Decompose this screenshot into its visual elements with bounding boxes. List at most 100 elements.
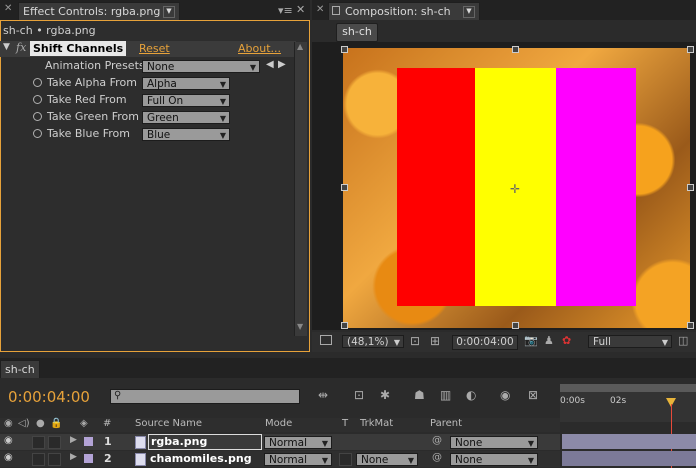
reset-link[interactable]: Reset: [139, 42, 170, 55]
tab-timeline-label: sh-ch: [5, 363, 35, 376]
stopwatch-icon[interactable]: [33, 112, 42, 121]
live-update-icon[interactable]: ⊡: [354, 388, 364, 402]
region-of-interest-icon[interactable]: ⊡: [410, 334, 420, 348]
param-label: Take Blue From: [47, 127, 130, 140]
layer-duration-bar[interactable]: [562, 434, 696, 449]
layer-handle[interactable]: [687, 46, 694, 53]
parent-pickwhip-icon[interactable]: @: [432, 435, 442, 446]
eye-icon[interactable]: ◉: [4, 452, 13, 463]
parent-dropdown[interactable]: None ▼: [450, 436, 538, 449]
camera-icon[interactable]: 📷: [524, 334, 538, 347]
anchor-point-icon[interactable]: ✛: [510, 182, 520, 196]
layer-handle[interactable]: [341, 322, 348, 329]
layer-handle[interactable]: [341, 46, 348, 53]
comp-mini-flowchart-icon[interactable]: ⇹: [318, 388, 328, 402]
tab-menu-button[interactable]: ▼: [463, 6, 475, 18]
ruler-label-start: 0:00s: [560, 396, 585, 406]
panel-menu-icon[interactable]: ▾≡: [278, 4, 293, 17]
comp-timecode[interactable]: 0:00:04:00: [452, 335, 518, 350]
effect-header-row[interactable]: ▼ fx Shift Channels Reset About...: [0, 41, 296, 57]
resolution-dropdown[interactable]: Full ▼: [588, 335, 672, 348]
tab-menu-button[interactable]: ▼: [163, 6, 175, 18]
motion-blur-icon[interactable]: ◐: [466, 388, 476, 402]
layer-handle[interactable]: [687, 184, 694, 191]
label-color-swatch[interactable]: [84, 454, 93, 463]
lock-icon[interactable]: [332, 6, 340, 15]
expand-triangle-icon[interactable]: ▶: [70, 435, 77, 445]
lock-switch[interactable]: [48, 453, 61, 466]
channels-icon[interactable]: ✿: [562, 334, 571, 347]
chevron-down-icon: ▼: [661, 338, 668, 347]
tab-effect-controls-label: Effect Controls: rgba.png: [23, 5, 161, 18]
preserve-transparency-switch[interactable]: [339, 453, 352, 466]
work-area-bar[interactable]: [560, 384, 696, 392]
effect-scrollbar[interactable]: ▲ ▼: [294, 42, 307, 336]
always-preview-icon[interactable]: [320, 335, 332, 345]
layer-name[interactable]: rgba.png: [148, 434, 262, 450]
stopwatch-icon[interactable]: [33, 95, 42, 104]
prev-preset-icon[interactable]: ◀: [266, 59, 274, 70]
draft-3d-icon[interactable]: ✱: [380, 388, 390, 402]
solo-switch[interactable]: [32, 436, 45, 449]
stopwatch-icon[interactable]: [33, 78, 42, 87]
table-row[interactable]: ◉ ▶ 2 chamomiles.png Normal ▼ None ▼ @ N…: [0, 451, 560, 467]
label-color-swatch[interactable]: [84, 437, 93, 446]
lock-icon: 🔒: [50, 418, 63, 429]
solo-switch[interactable]: [32, 453, 45, 466]
expand-triangle-icon[interactable]: ▶: [70, 452, 77, 462]
expand-triangle-icon[interactable]: ▼: [3, 42, 10, 52]
about-link[interactable]: About...: [238, 42, 281, 55]
parent-dropdown[interactable]: None ▼: [450, 453, 538, 466]
scroll-down-icon[interactable]: ▼: [297, 322, 303, 331]
trkmat-dropdown[interactable]: None ▼: [356, 453, 418, 466]
fx-icon[interactable]: fx: [16, 41, 26, 54]
layer-duration-bar[interactable]: [562, 451, 696, 466]
layer-handle[interactable]: [512, 46, 519, 53]
param-value: Full On: [147, 95, 184, 107]
breadcrumb: sh-ch • rgba.png: [3, 24, 96, 37]
grid-icon[interactable]: ⊞: [430, 334, 440, 348]
comp-viewer[interactable]: ✛: [312, 42, 696, 330]
next-preset-icon[interactable]: ▶: [278, 59, 286, 70]
mode-dropdown[interactable]: Normal ▼: [264, 453, 332, 466]
show-snapshot-icon[interactable]: ♟: [544, 334, 554, 347]
layer-handle[interactable]: [687, 322, 694, 329]
param-dropdown-green[interactable]: Green ▼: [142, 111, 230, 124]
chevron-down-icon: ▼: [321, 456, 328, 465]
stopwatch-icon[interactable]: [33, 129, 42, 138]
col-source-name[interactable]: Source Name: [135, 418, 202, 429]
layer-name[interactable]: chamomiles.png: [150, 452, 252, 465]
time-ruler[interactable]: 0:00s 02s: [560, 384, 696, 422]
timeline-timecode[interactable]: 0:00:04:00: [8, 388, 90, 406]
scroll-up-icon[interactable]: ▲: [297, 42, 303, 51]
comp-close-icon[interactable]: ✕: [316, 4, 324, 15]
timeline-search-input[interactable]: ⚲: [110, 389, 300, 404]
tab-timeline[interactable]: sh-ch: [0, 360, 40, 378]
brainstorm-icon[interactable]: ◉: [500, 388, 510, 402]
timeline-header: [0, 358, 696, 378]
param-dropdown-blue[interactable]: Blue ▼: [142, 128, 230, 141]
eye-icon[interactable]: ◉: [4, 435, 13, 446]
effect-name[interactable]: Shift Channels: [30, 41, 127, 56]
fast-preview-icon[interactable]: ◫: [678, 334, 688, 347]
layer-handle[interactable]: [512, 322, 519, 329]
panel-close-x-icon[interactable]: ✕: [296, 3, 305, 16]
zoom-dropdown[interactable]: (48,1%) ▼: [342, 335, 404, 348]
lock-switch[interactable]: [48, 436, 61, 449]
mode-dropdown[interactable]: Normal ▼: [264, 436, 332, 449]
param-dropdown-alpha[interactable]: Alpha ▼: [142, 77, 230, 90]
hide-shy-icon[interactable]: ☗: [414, 388, 425, 402]
frame-blending-icon[interactable]: ▥: [440, 388, 451, 402]
col-parent: Parent: [430, 418, 463, 429]
panel-close-icon[interactable]: ✕: [4, 4, 14, 14]
animation-presets-dropdown[interactable]: None ▼: [142, 60, 260, 73]
search-icon: ⚲: [114, 390, 122, 401]
tab-effect-controls[interactable]: Effect Controls: rgba.png ▼: [18, 2, 180, 20]
layer-handle[interactable]: [341, 184, 348, 191]
parent-pickwhip-icon[interactable]: @: [432, 452, 442, 463]
comp-view-tab[interactable]: sh-ch: [336, 23, 378, 42]
param-dropdown-red[interactable]: Full On ▼: [142, 94, 230, 107]
tab-composition[interactable]: Composition: sh-ch ▼: [328, 2, 480, 20]
graph-editor-icon[interactable]: ⊠: [528, 388, 538, 402]
table-row[interactable]: ◉ ▶ 1 rgba.png Normal ▼ @ None ▼: [0, 434, 560, 450]
